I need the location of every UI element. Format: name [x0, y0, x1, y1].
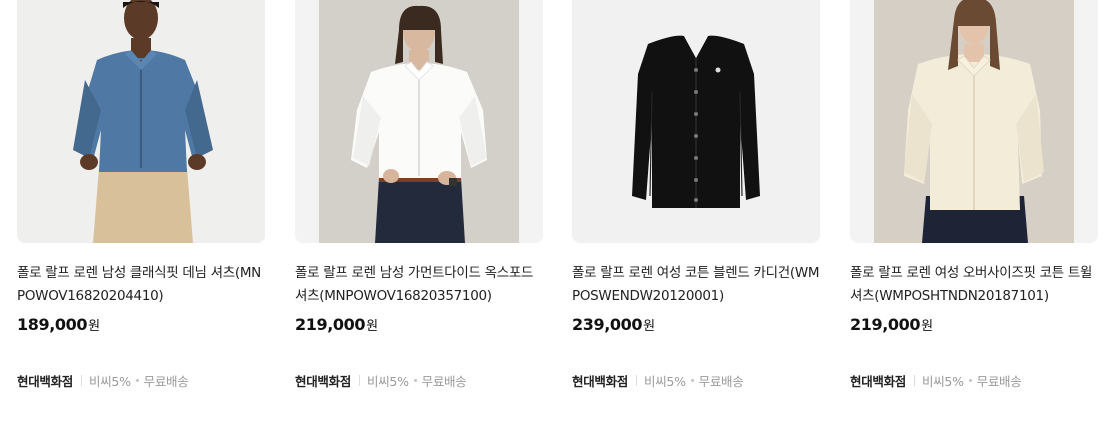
product-price: 239,000원	[572, 315, 820, 334]
price-currency: 원	[921, 319, 933, 334]
meta-dot	[413, 379, 417, 382]
product-image[interactable]	[572, 0, 820, 243]
product-name[interactable]: 폴로 랄프 로렌 여성 코튼 블렌드 카디건(WMPOSWENDW2012000…	[572, 262, 820, 308]
product-card[interactable]: 폴로 랄프 로렌 여성 오버사이즈핏 코튼 트윌 셔츠(WMPOSHTNDN20…	[850, 0, 1098, 390]
price-value: 239,000	[572, 315, 643, 334]
meta-dot	[690, 379, 694, 382]
meta-dot	[135, 379, 139, 382]
product-card[interactable]: 폴로 랄프 로렌 여성 코튼 블렌드 카디건(WMPOSWENDW2012000…	[572, 0, 820, 390]
man-denim-shirt-photo	[17, 0, 265, 243]
product-name[interactable]: 폴로 랄프 로렌 여성 오버사이즈핏 코튼 트윌 셔츠(WMPOSHTNDN20…	[850, 262, 1098, 308]
product-meta: 현대백화점 비씨5% 무료배송	[850, 371, 1098, 390]
product-name[interactable]: 폴로 랄프 로렌 남성 가먼트다이드 옥스포드 셔츠(MNPOWOV168203…	[295, 262, 543, 308]
product-image[interactable]	[850, 0, 1098, 243]
product-price: 219,000원	[295, 315, 543, 334]
product-meta: 현대백화점 비씨5% 무료배송	[17, 371, 265, 390]
product-meta: 현대백화점 비씨5% 무료배송	[572, 371, 820, 390]
price-currency: 원	[88, 319, 100, 334]
store-name[interactable]: 현대백화점	[850, 371, 906, 390]
store-name[interactable]: 현대백화점	[295, 371, 351, 390]
meta-divider	[359, 375, 361, 386]
price-value: 189,000	[17, 315, 88, 334]
product-price: 189,000원	[17, 315, 265, 334]
product-price: 219,000원	[850, 315, 1098, 334]
product-card[interactable]: 폴로 랄프 로렌 남성 가먼트다이드 옥스포드 셔츠(MNPOWOV168203…	[295, 0, 543, 390]
woman-cream-shirt-photo	[850, 0, 1098, 243]
price-currency: 원	[366, 319, 378, 334]
black-cardigan-photo	[572, 0, 820, 243]
product-card[interactable]: 폴로 랄프 로렌 남성 클래식핏 데님 셔츠(MNPOWOV1682020441…	[17, 0, 265, 390]
store-name[interactable]: 현대백화점	[17, 371, 73, 390]
price-currency: 원	[643, 319, 655, 334]
card-benefit: 비씨5%	[89, 374, 131, 389]
price-value: 219,000	[850, 315, 921, 334]
man-white-oxford-shirt-photo	[295, 0, 543, 243]
meta-dot	[968, 379, 972, 382]
store-name[interactable]: 현대백화점	[572, 371, 628, 390]
product-meta: 현대백화점 비씨5% 무료배송	[295, 371, 543, 390]
meta-divider	[636, 375, 638, 386]
product-image[interactable]	[295, 0, 543, 243]
card-benefit: 비씨5%	[644, 374, 686, 389]
shipping-info: 무료배송	[143, 374, 189, 389]
price-value: 219,000	[295, 315, 366, 334]
product-image[interactable]	[17, 0, 265, 243]
product-grid: 폴로 랄프 로렌 남성 클래식핏 데님 셔츠(MNPOWOV1682020441…	[0, 0, 1104, 427]
card-benefit: 비씨5%	[367, 374, 409, 389]
shipping-info: 무료배송	[976, 374, 1022, 389]
meta-divider	[914, 375, 916, 386]
shipping-info: 무료배송	[421, 374, 467, 389]
product-name[interactable]: 폴로 랄프 로렌 남성 클래식핏 데님 셔츠(MNPOWOV1682020441…	[17, 262, 265, 308]
card-benefit: 비씨5%	[922, 374, 964, 389]
shipping-info: 무료배송	[698, 374, 744, 389]
meta-divider	[81, 375, 83, 386]
